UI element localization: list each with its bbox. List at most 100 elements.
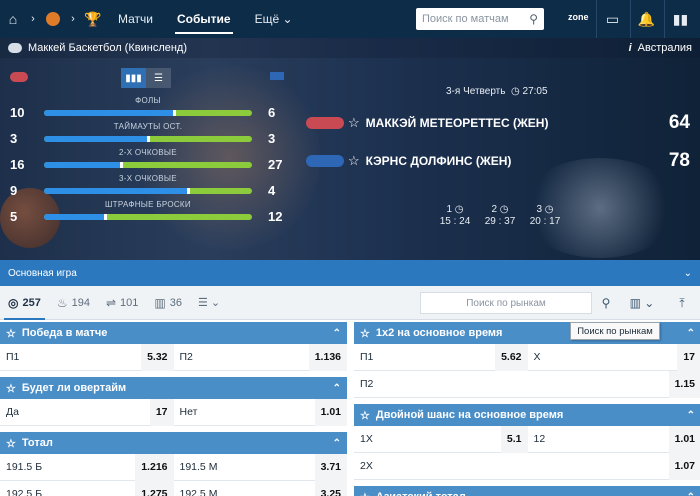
odds-cell[interactable]: 12 1.01 xyxy=(528,425,700,453)
nav-matches[interactable]: Матчи xyxy=(106,0,165,38)
chevron-up-icon[interactable]: ⌃ xyxy=(333,328,341,339)
list-view-icon[interactable]: ☰ xyxy=(146,68,171,88)
market-header[interactable]: ☆ Тотал ⌃ xyxy=(0,432,347,454)
filter-menu[interactable]: ☰ ⌄ xyxy=(190,286,228,320)
odds-value[interactable]: 17 xyxy=(149,398,174,426)
odds-label: 192.5 Б xyxy=(6,488,43,496)
star-icon[interactable]: ☆ xyxy=(6,437,16,450)
odds-cell[interactable]: П2 1.15 xyxy=(354,370,700,398)
odds-cell[interactable]: П1 5.62 xyxy=(354,343,528,371)
chevron-up-icon[interactable]: ⌃ xyxy=(687,492,695,496)
bell-icon[interactable]: 🔔 xyxy=(630,0,662,38)
monitor-icon[interactable]: ▭ xyxy=(596,0,628,38)
odds-value[interactable]: 1.216 xyxy=(135,453,174,481)
chevron-down-icon: ⌄ xyxy=(210,297,221,309)
chevron-up-icon[interactable]: ⌃ xyxy=(333,383,341,394)
basketball-icon[interactable] xyxy=(40,0,66,38)
odds-value[interactable]: 3.25 xyxy=(314,480,347,496)
odds-cell[interactable]: 191.5 Б 1.216 xyxy=(0,453,174,481)
chevron-down-icon[interactable]: ⌄ xyxy=(684,268,692,279)
odds-label: П2 xyxy=(179,351,193,363)
odds-cell[interactable]: Х 17 xyxy=(528,343,700,371)
odds-label: 2Х xyxy=(360,460,373,472)
odds-value[interactable]: 3.71 xyxy=(314,453,347,481)
odds-cell[interactable]: П1 5.32 xyxy=(0,343,174,371)
stat-bar-home-fill xyxy=(44,162,122,168)
filter-tab[interactable]: ◎ 257 xyxy=(0,286,49,320)
star-icon[interactable]: ☆ xyxy=(348,153,360,169)
odds-value[interactable]: 1.275 xyxy=(135,480,174,496)
collapse-all-icon[interactable]: ⤒ xyxy=(670,286,694,320)
odds-value[interactable]: 17 xyxy=(677,343,700,371)
region-name[interactable]: Австралия xyxy=(638,42,692,54)
odds-cell[interactable]: 192.5 Б 1.275 xyxy=(0,480,174,496)
odds-cell[interactable]: 192.5 М 3.25 xyxy=(174,480,347,496)
period-info: 3-я Четверть ◷ 27:05 xyxy=(446,86,548,97)
market-header[interactable]: ☆ Азиатский тотал⌃ xyxy=(354,486,700,496)
chevron-up-icon[interactable]: ⌃ xyxy=(687,410,695,421)
market-header[interactable]: ☆ Двойной шанс на основное время ⌃ xyxy=(354,404,700,426)
stat-label: 3-Х ОЧКОВЫЕ xyxy=(119,174,177,183)
stat-label: ШТРАФНЫЕ БРОСКИ xyxy=(105,200,191,209)
stat-bar-home-fill xyxy=(44,214,106,220)
odds-cell[interactable]: 191.5 М 3.71 xyxy=(174,453,347,481)
odds-row: П1 5.32 П2 1.136 xyxy=(0,343,347,371)
market-title: Будет ли овертайм xyxy=(21,382,127,394)
filter-tab[interactable]: ♨ 194 xyxy=(49,286,98,320)
star-icon[interactable]: ☆ xyxy=(6,382,16,395)
star-icon[interactable]: ☆ xyxy=(6,327,16,340)
odds-value[interactable]: 1.15 xyxy=(668,370,700,398)
markets-left-column: ☆ Победа в матче ⌃ П1 5.32 П2 1.136 ☆ Будет ли о… xyxy=(0,322,347,496)
market-search-input[interactable]: Поиск по рынкам xyxy=(420,292,592,314)
match-search-input[interactable]: Поиск по матчам ⚲ xyxy=(416,8,544,30)
stats-icon[interactable]: ▮▮ xyxy=(664,0,696,38)
stat-bar-divider xyxy=(104,214,108,220)
odds-value[interactable]: 5.62 xyxy=(495,343,528,371)
clock-icon: ◷ xyxy=(499,204,509,215)
odds-value[interactable]: 1.01 xyxy=(314,398,347,426)
star-icon[interactable]: ☆ xyxy=(348,115,360,131)
star-icon[interactable]: ☆ xyxy=(360,491,370,496)
odds-label: 191.5 М xyxy=(179,461,218,473)
stat-bar-divider xyxy=(173,110,176,116)
odds-cell[interactable]: Да 17 xyxy=(0,398,174,426)
market-header[interactable]: ☆ Будет ли овертайм ⌃ xyxy=(0,377,347,399)
nav-event[interactable]: Событие xyxy=(165,0,243,38)
home-icon[interactable]: ⌂ xyxy=(0,0,26,38)
trophy-icon[interactable]: 🏆 xyxy=(80,0,106,38)
chevron-up-icon[interactable]: ⌃ xyxy=(333,438,341,449)
stat-bar xyxy=(44,188,252,194)
filter-tab[interactable]: ⇌ 101 xyxy=(98,286,146,320)
odds-label: 1Х xyxy=(360,433,373,445)
odds-value[interactable]: 5.32 xyxy=(141,343,174,371)
zone-button[interactable]: zone xyxy=(568,12,589,22)
odds-cell[interactable]: П2 1.136 xyxy=(174,343,347,371)
star-icon[interactable]: ☆ xyxy=(360,327,370,340)
search-icon[interactable]: ⚲ xyxy=(529,12,538,26)
bar-chart-view-icon[interactable]: ▮▮▮ xyxy=(121,68,146,88)
odds-value[interactable]: 1.07 xyxy=(668,452,700,480)
stat-bar-home-fill xyxy=(44,136,148,142)
search-icon[interactable]: ⚲ xyxy=(598,286,614,320)
odds-value[interactable]: 1.136 xyxy=(308,343,347,371)
odds-row: 191.5 Б 1.216 191.5 М 3.71 xyxy=(0,453,347,481)
stat-away-value: 6 xyxy=(268,105,276,120)
star-icon[interactable]: ☆ xyxy=(360,409,370,422)
quarter-score: 2 ◷ 29 : 37 xyxy=(484,204,516,227)
market-header[interactable]: ☆ Победа в матче ⌃ xyxy=(0,322,347,344)
filter-tab[interactable]: ▥ 36 xyxy=(146,286,190,320)
team-score: 64 xyxy=(668,112,690,133)
odds-label: 12 xyxy=(533,433,546,445)
nav-more[interactable]: Ещё ⌄ xyxy=(243,0,305,38)
columns-layout-icon[interactable]: ▥ ⌄ xyxy=(624,286,660,320)
odds-cell[interactable]: 1Х 5.1 xyxy=(354,425,528,453)
main-game-header[interactable]: Основная игра ⌄ xyxy=(0,260,700,286)
odds-value[interactable]: 5.1 xyxy=(500,425,528,453)
info-icon[interactable]: i xyxy=(629,42,632,54)
odds-row: 1Х 5.1 12 1.01 xyxy=(354,425,700,453)
odds-value[interactable]: 1.01 xyxy=(668,425,700,453)
chevron-up-icon[interactable]: ⌃ xyxy=(687,328,695,339)
stat-away-value: 4 xyxy=(268,183,276,198)
odds-cell[interactable]: 2Х 1.07 xyxy=(354,452,700,480)
odds-cell[interactable]: Нет 1.01 xyxy=(174,398,347,426)
